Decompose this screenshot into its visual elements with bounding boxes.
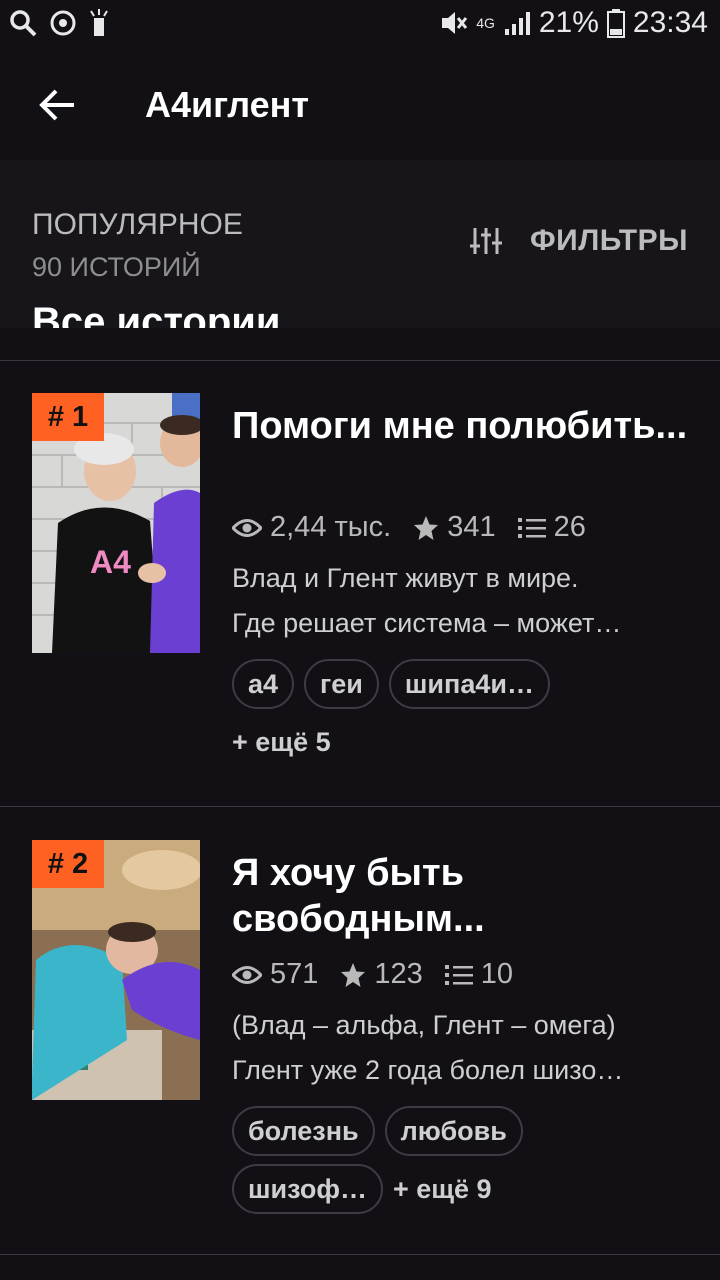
filters-label: ФИЛЬТРЫ [530,224,688,257]
more-tags-link[interactable]: + ещё 5 [232,727,331,758]
battery-icon [606,9,625,38]
more-tags-row: + ещё 5 [232,727,331,758]
search-icon [10,10,37,37]
eye-icon [232,965,262,984]
divider [0,1254,720,1255]
svg-text:A4: A4 [90,544,131,580]
signal-icon [504,12,530,35]
divider [0,806,720,807]
tag-chip[interactable]: шипа4и… [388,659,550,709]
chapters-count: 10 [480,958,514,990]
divider [0,360,720,361]
section-header: ПОПУЛЯРНОЕ 90 ИСТОРИЙ ФИЛЬТРЫ Все истори… [0,160,720,328]
rank-badge: # 2 [32,840,104,888]
status-bar: 4G 21% 23:34 [0,0,720,50]
rank-badge: # 1 [32,393,104,441]
tag-chip[interactable]: а4 [232,659,295,709]
story-title[interactable]: Помоги мне полюбить... [232,403,692,449]
stars-count: 341 [447,511,496,543]
story-stats: 571 123 10 [232,958,513,991]
sliders-icon [470,228,503,254]
all-stories-heading: Все истории [32,300,281,328]
story-card[interactable]: A4 # 1 Помоги мне полюбить... 2,44 тыс. … [0,393,720,773]
back-button[interactable] [36,83,80,127]
sync-icon [50,10,76,36]
story-description-line: (Влад – альфа, Глент – омега) [232,1010,616,1040]
story-cover[interactable]: A4 # 1 [32,393,200,653]
tag-list: шизоф… + ещё 9 [232,1164,492,1214]
list-icon [444,964,473,985]
story-description-line: Глент уже 2 года болел шизо… [232,1055,624,1085]
app-bar: А4иглент [0,50,720,160]
clock: 23:34 [632,6,708,39]
tag-chip[interactable]: любовь [384,1106,523,1156]
story-count: 90 ИСТОРИЙ [32,252,201,282]
views-count: 571 [270,958,319,990]
back-arrow-icon [39,89,74,121]
star-icon [414,515,439,540]
network-type: 4G [476,15,495,31]
flashlight-icon [90,9,108,36]
page-title: А4иглент [145,84,310,125]
mute-icon [442,12,468,34]
views-count: 2,44 тыс. [270,511,392,543]
chapters-count: 26 [553,511,586,543]
tag-chip[interactable]: шизоф… [232,1164,383,1214]
star-icon [341,962,366,987]
story-cover[interactable]: # 2 [32,840,200,1100]
story-title[interactable]: Я хочу быть свободным... [232,850,692,942]
story-stats: 2,44 тыс. 341 26 [232,511,586,544]
story-description-line: Влад и Глент живут в мире. [232,563,579,593]
tag-list: болезнь любовь [232,1106,523,1156]
section-spacer [0,328,720,360]
story-card[interactable]: # 2 Я хочу быть свободным... 571 123 10 … [0,840,720,1220]
tag-chip[interactable]: геи [304,659,379,709]
story-description-line: Где решает система – может… [232,608,622,638]
tag-chip[interactable]: болезнь [232,1106,375,1156]
tag-list: а4 геи шипа4и… [232,659,550,709]
battery-percent: 21% [538,6,599,39]
eye-icon [232,518,262,537]
section-title: ПОПУЛЯРНОЕ [32,208,243,241]
more-tags-link[interactable]: + ещё 9 [393,1174,492,1205]
filters-button[interactable]: ФИЛЬТРЫ [470,224,688,258]
stars-count: 123 [374,958,423,990]
list-icon [517,517,546,538]
